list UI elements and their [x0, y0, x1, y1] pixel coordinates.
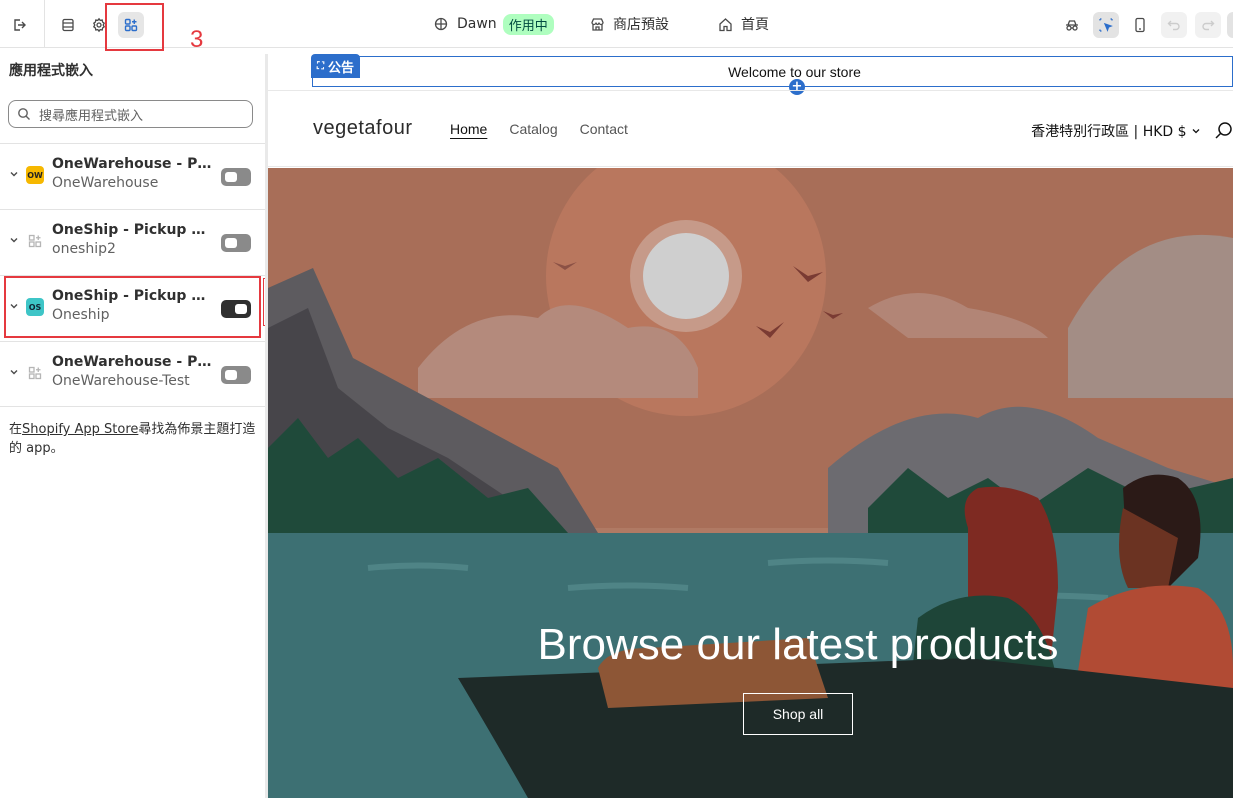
generic-app-icon	[26, 364, 44, 382]
redo-icon	[1202, 20, 1215, 31]
search-icon	[18, 108, 30, 120]
page-selector[interactable]: 首頁	[717, 12, 769, 36]
chevron-down-icon[interactable]	[8, 168, 20, 180]
hint-prefix: 在	[9, 422, 23, 437]
step-3-highlight	[105, 3, 164, 51]
announcement-text: Welcome to our store	[728, 63, 861, 80]
save-button-edge[interactable]	[1227, 12, 1233, 38]
nav-home[interactable]: Home	[450, 121, 487, 137]
redo-button[interactable]	[1195, 12, 1221, 38]
nav-contact[interactable]: Contact	[580, 121, 628, 137]
search-icon[interactable]	[1215, 121, 1233, 139]
app-embed-toggle[interactable]	[221, 234, 251, 252]
store-preview-label: 商店預設	[613, 17, 669, 33]
shop-all-button[interactable]: Shop all	[743, 693, 853, 735]
theme-status-badge: 作用中	[502, 13, 554, 35]
app-embed-search-input[interactable]: 搜尋應用程式嵌入	[8, 100, 253, 128]
mobile-icon	[1135, 17, 1145, 33]
store-nav: Home Catalog Contact	[450, 121, 650, 137]
inspector-button[interactable]	[1059, 12, 1085, 38]
app-embed-item[interactable]: OneShip - Pickup Po... oneship2	[0, 210, 265, 276]
app-embed-item[interactable]: OW OneWarehouse - Pic... OneWarehouse	[0, 144, 265, 210]
select-element-button[interactable]	[1093, 12, 1119, 38]
theme-icon	[433, 16, 449, 32]
currency-label: 香港特別行政區 | HKD $	[1031, 124, 1187, 140]
currency-selector[interactable]: 香港特別行政區 | HKD $	[1031, 121, 1201, 141]
nav-catalog[interactable]: Catalog	[509, 121, 557, 137]
app-embed-name: OneShip - Pickup Po...	[52, 222, 212, 238]
exit-icon	[14, 19, 26, 31]
section-tag-label: 公告	[328, 60, 355, 76]
step-3-label: 3	[190, 26, 204, 53]
app-embed-name: OneWarehouse - Pic...	[52, 354, 212, 370]
topbar-divider	[44, 0, 45, 48]
hero-banner: Browse our latest products Shop all	[268, 136, 1233, 798]
sections-icon	[62, 18, 74, 32]
undo-icon	[1167, 20, 1180, 31]
app-embed-toggle[interactable]	[221, 366, 251, 384]
section-select-icon: ⛶	[317, 60, 324, 72]
app-embed-toggle[interactable]	[221, 168, 251, 186]
app-embed-name: OneWarehouse - Pic...	[52, 156, 212, 172]
shopify-app-store-link[interactable]: Shopify App Store	[22, 422, 138, 437]
app-embed-item[interactable]: OneWarehouse - Pic... OneWarehouse-Test	[0, 342, 265, 408]
section-tag[interactable]: ⛶ 公告	[311, 54, 361, 78]
panel-title: 應用程式嵌入	[9, 63, 93, 79]
app-embeds-panel: 應用程式嵌入 搜尋應用程式嵌入 OW OneWarehouse - Pic...…	[0, 54, 297, 798]
app-store-hint: 在Shopify App Store尋找為佈景主題打造的 app。	[9, 420, 259, 458]
store-icon	[589, 16, 605, 32]
divider	[0, 406, 265, 407]
onewarehouse-logo-icon: OW	[26, 166, 44, 184]
hero-title: Browse our latest products	[537, 620, 1059, 669]
chevron-down-icon[interactable]	[8, 234, 20, 246]
app-embed-handle: OneWarehouse	[52, 175, 159, 191]
exit-button[interactable]	[6, 12, 32, 38]
store-header: vegetafour Home Catalog Contact 香港特別行政區 …	[268, 91, 1233, 167]
theme-name: Dawn	[457, 16, 497, 32]
step-4-highlight	[4, 276, 261, 338]
app-embed-handle: OneWarehouse-Test	[52, 373, 190, 389]
undo-button[interactable]	[1161, 12, 1187, 38]
storefront-preview: Welcome to our store ⛶ 公告 + vegetafour H…	[268, 54, 1233, 798]
chevron-down-icon	[1192, 129, 1200, 134]
generic-app-icon	[26, 232, 44, 250]
search-placeholder: 搜尋應用程式嵌入	[39, 108, 144, 124]
announcement-bar[interactable]: Welcome to our store	[312, 56, 1233, 87]
preview-tools	[1051, 12, 1233, 38]
theme-selector[interactable]: Dawn 作用中	[433, 12, 554, 36]
page-select-label: 首頁	[741, 17, 769, 33]
spy-icon	[1066, 20, 1078, 31]
cursor-select-icon	[1099, 18, 1113, 32]
app-embed-handle: oneship2	[52, 241, 116, 257]
store-preview-selector[interactable]: 商店預設	[589, 12, 669, 36]
chevron-down-icon[interactable]	[8, 366, 20, 378]
store-brand[interactable]: vegetafour	[313, 117, 413, 140]
sections-button[interactable]	[55, 12, 81, 38]
editor-topbar: 3 Dawn 作用中 商店預設 首頁	[0, 0, 1233, 53]
home-icon	[717, 16, 733, 32]
device-preview-button[interactable]	[1127, 12, 1153, 38]
